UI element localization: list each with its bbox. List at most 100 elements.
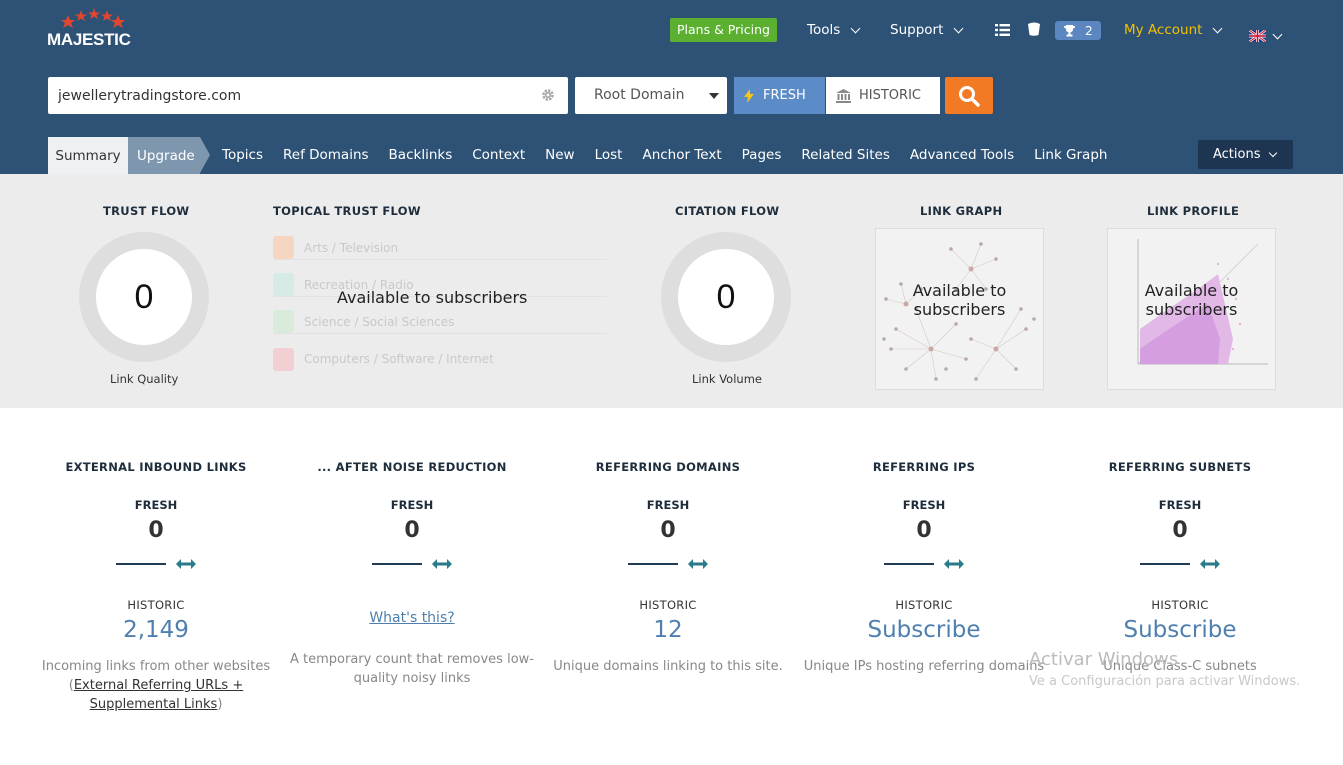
tab-new[interactable]: New [545, 147, 574, 163]
topic-label: Arts / Television [304, 240, 399, 255]
topic-label: Computers / Software / Internet [304, 352, 494, 366]
stat-historic-value[interactable]: 12 [540, 617, 796, 643]
windows-activation-subtext: Ve a Configuración para activar Windows. [1029, 674, 1301, 689]
topic-label: Science / Social Sciences [304, 314, 455, 329]
tab-context[interactable]: Context [472, 147, 525, 163]
trophy-badge[interactable]: 2 [1055, 21, 1101, 40]
double-arrow-icon [1200, 559, 1220, 569]
actions-label: Actions [1213, 147, 1261, 162]
bank-icon [836, 88, 851, 103]
gear-icon[interactable] [541, 88, 555, 102]
trend-indicator [284, 557, 540, 571]
subscribe-link[interactable]: Subscribe [1052, 617, 1308, 643]
stat-description: Unique domains linking to this site. [553, 659, 783, 674]
stat-fresh-label: FRESH [646, 498, 690, 512]
scope-value: Root Domain [594, 87, 685, 103]
topic-row: Science / Social Sciences [273, 310, 607, 334]
search-icon [959, 86, 980, 107]
citation-flow-value: 0 [678, 249, 774, 345]
stat-historic-label: HISTORIC [639, 598, 697, 612]
topical-trust-flow-list: Arts / Television Recreation / Radio Sci… [273, 228, 607, 382]
actions-button[interactable]: Actions [1198, 140, 1293, 169]
stat-historic-label: HISTORIC [127, 598, 185, 612]
tab-advanced-tools[interactable]: Advanced Tools [910, 147, 1014, 163]
fresh-index-button[interactable]: FRESH [734, 77, 825, 114]
stat-fresh-label: FRESH [390, 498, 434, 512]
my-account-menu[interactable]: My Account [1124, 18, 1223, 42]
desc-text: ) [217, 697, 223, 712]
stat-fresh-value: 0 [404, 518, 420, 543]
list-icon[interactable] [995, 24, 1010, 36]
lightning-icon [744, 88, 754, 103]
stat-fresh-label: FRESH [902, 498, 946, 512]
trophy-icon [1064, 25, 1075, 37]
stat-fresh-label: FRESH [1158, 498, 1202, 512]
subscriber-notice: Available to subscribers [1108, 281, 1275, 319]
tab-topics[interactable]: Topics [222, 147, 263, 163]
tab-ref-domains[interactable]: Ref Domains [283, 147, 369, 163]
link-profile-title: LINK PROFILE [1147, 204, 1240, 218]
double-arrow-icon [176, 559, 196, 569]
tab-upgrade[interactable]: Upgrade [128, 137, 210, 174]
citation-flow-title: CITATION FLOW [675, 204, 780, 218]
chevron-down-icon [1268, 148, 1277, 158]
chevron-down-icon [850, 23, 861, 33]
majestic-logo[interactable]: MAJESTIC [47, 8, 137, 50]
trend-indicator [1052, 557, 1308, 571]
topic-row: Arts / Television [273, 236, 607, 260]
topic-swatch [273, 273, 294, 296]
citation-flow-caption: Link Volume [692, 372, 762, 386]
trend-indicator [796, 557, 1052, 571]
search-box [48, 77, 568, 114]
double-arrow-icon [688, 559, 708, 569]
overlay-line: Available to [912, 281, 1007, 300]
trend-bar [1140, 563, 1190, 565]
tab-pages[interactable]: Pages [742, 147, 782, 163]
tab-related-sites[interactable]: Related Sites [801, 147, 890, 163]
trust-flow-caption: Link Quality [110, 372, 179, 386]
tab-backlinks[interactable]: Backlinks [389, 147, 453, 163]
link-graph-title: LINK GRAPH [920, 204, 1003, 218]
link-graph-thumbnail[interactable]: Available to subscribers [875, 228, 1044, 390]
tab-anchor-text[interactable]: Anchor Text [642, 147, 721, 163]
search-button[interactable] [945, 77, 993, 114]
tools-menu[interactable]: Tools [807, 18, 861, 42]
fresh-label: FRESH [763, 88, 806, 103]
link-profile-thumbnail[interactable]: Available to subscribers [1107, 228, 1276, 390]
trend-bar [884, 563, 934, 565]
stat-fresh-value: 0 [148, 518, 164, 543]
header: MAJESTIC Plans & Pricing Tools Support 2… [0, 0, 1343, 174]
subscriber-notice: Available to subscribers [337, 288, 528, 307]
stat-title: REFERRING DOMAINS [595, 460, 741, 474]
stat-title: EXTERNAL INBOUND LINKS [65, 460, 247, 474]
subscribe-link[interactable]: Subscribe [796, 617, 1052, 643]
trust-flow-value: 0 [96, 249, 192, 345]
citation-flow-gauge: 0 [661, 232, 791, 362]
historic-label: HISTORIC [859, 88, 921, 103]
scope-dropdown[interactable]: Root Domain [575, 77, 727, 114]
bucket-icon[interactable] [1028, 22, 1040, 36]
subscriber-notice: Available to subscribers [876, 281, 1043, 319]
tab-lost[interactable]: Lost [595, 147, 623, 163]
stat-description: Incoming links from other websites (Exte… [28, 657, 284, 714]
stat-historic-value: 2,149 [123, 617, 189, 643]
chevron-down-icon [1272, 29, 1283, 39]
historic-index-button[interactable]: HISTORIC [826, 77, 940, 114]
tab-summary[interactable]: Summary [48, 137, 128, 174]
windows-activation-watermark: Activar Windows [1029, 649, 1179, 670]
topic-swatch [273, 236, 294, 259]
my-account-label: My Account [1124, 22, 1203, 38]
language-selector[interactable] [1249, 24, 1283, 48]
whats-this-link[interactable]: What's this? [284, 610, 540, 636]
domain-search-input[interactable] [58, 77, 528, 114]
stat-description: Unique IPs hosting referring domains [803, 659, 1045, 674]
double-arrow-icon [944, 559, 964, 569]
support-menu[interactable]: Support [890, 18, 964, 42]
stat-historic-label: HISTORIC [895, 598, 953, 612]
plans-pricing-button[interactable]: Plans & Pricing [670, 18, 777, 42]
trust-flow-title: TRUST FLOW [103, 204, 190, 218]
stat-referring-domains: REFERRING DOMAINS FRESH 0 HISTORIC 12 Un… [540, 460, 796, 676]
topic-swatch [273, 310, 294, 333]
support-label: Support [890, 22, 944, 38]
tab-link-graph[interactable]: Link Graph [1034, 147, 1107, 163]
